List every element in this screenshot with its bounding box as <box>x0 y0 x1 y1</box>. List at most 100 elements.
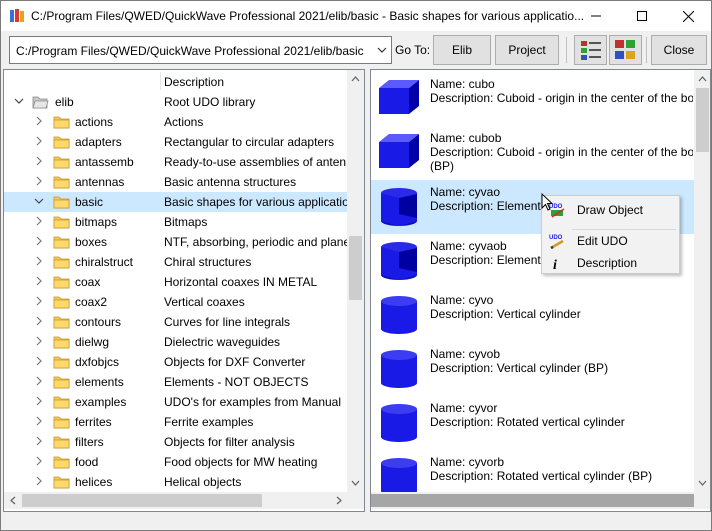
object-name: Name: cyvao <box>430 185 501 199</box>
object-item[interactable]: Name: cyvo Description: Vertical cylinder <box>371 288 694 342</box>
maximize-button[interactable] <box>619 1 665 31</box>
tree-item-label: coax2 <box>75 295 108 309</box>
folder-icon <box>53 316 70 329</box>
scroll-up-arrow[interactable] <box>694 70 710 87</box>
scroll-thumb[interactable] <box>22 494 262 507</box>
scroll-down-arrow[interactable] <box>694 474 710 491</box>
window-title: C:/Program Files/QWED/QuickWave Professi… <box>31 9 585 23</box>
menu-item-description[interactable]: i Description <box>544 252 678 274</box>
maximize-icon <box>637 11 647 21</box>
folder-icon <box>53 296 70 309</box>
object-name: Name: cubob <box>430 131 502 145</box>
list-view-icon <box>581 41 601 60</box>
tree-item-helices[interactable]: helices Helical objects <box>4 472 347 492</box>
scroll-up-arrow[interactable] <box>347 70 364 87</box>
tree-item-filters[interactable]: filters Objects for filter analysis <box>4 432 347 452</box>
objects-panel: Name: cubo Description: Cuboid - origin i… <box>370 69 711 512</box>
tree-item-label: coax <box>75 275 101 289</box>
tree-item-label: boxes <box>75 235 108 249</box>
description-column-header[interactable]: Description <box>164 75 224 89</box>
scroll-right-arrow[interactable] <box>330 492 347 509</box>
chevron-right-icon[interactable] <box>34 256 44 266</box>
chevron-right-icon[interactable] <box>34 356 44 366</box>
tree-item-description: Objects for DXF Converter <box>164 355 306 369</box>
chevron-right-icon[interactable] <box>34 436 44 446</box>
chevron-up-icon <box>698 75 707 81</box>
chevron-down-icon[interactable] <box>377 45 387 55</box>
objects-horizontal-scrollbar[interactable] <box>371 492 694 509</box>
menu-item-edit-udo[interactable]: UDO Edit UDO <box>544 230 678 252</box>
folder-icon <box>53 256 70 269</box>
tree-item-description: Bitmaps <box>164 215 208 229</box>
tree-item-label: antennas <box>75 175 125 189</box>
elib-button[interactable]: Elib <box>433 35 491 65</box>
chevron-right-icon[interactable] <box>34 376 44 386</box>
tree-item-description: Objects for filter analysis <box>164 435 295 449</box>
chevron-right-icon[interactable] <box>34 296 44 306</box>
tree-item-antassemb[interactable]: antassemb Ready-to-use assemblies of ante… <box>4 152 347 172</box>
chevron-down-icon[interactable] <box>34 196 44 206</box>
menu-item-draw-object[interactable]: UDO Draw Object <box>544 199 678 221</box>
tree-item-chiralstruct[interactable]: chiralstruct Chiral structures <box>4 252 347 272</box>
close-button[interactable]: Close <box>651 35 707 65</box>
tree-item-description: Basic antenna structures <box>164 175 297 189</box>
close-window-button[interactable] <box>665 1 711 31</box>
chevron-up-icon <box>351 75 360 81</box>
chevron-right-icon[interactable] <box>34 116 44 126</box>
chevron-right-icon[interactable] <box>34 276 44 286</box>
scrollbar-corner <box>347 492 364 509</box>
minimize-button[interactable] <box>573 1 619 31</box>
scroll-thumb[interactable] <box>696 88 709 152</box>
chevron-down-icon[interactable] <box>14 96 24 106</box>
chevron-right-icon[interactable] <box>34 336 44 346</box>
tree-item-actions[interactable]: actions Actions <box>4 112 347 132</box>
tree-vertical-scrollbar[interactable] <box>347 70 364 492</box>
tree-item-boxes[interactable]: boxes NTF, absorbing, periodic and plane <box>4 232 347 252</box>
tree-item-contours[interactable]: contours Curves for line integrals <box>4 312 347 332</box>
chevron-right-icon[interactable] <box>34 236 44 246</box>
list-view-button[interactable] <box>574 35 607 65</box>
tree-item-bitmaps[interactable]: bitmaps Bitmaps <box>4 212 347 232</box>
tree-item-elib[interactable]: elib Root UDO library <box>4 92 347 112</box>
object-description: Description: Vertical cylinder <box>430 307 581 321</box>
object-item[interactable]: Name: cyvor Description: Rotated vertical… <box>371 396 694 450</box>
chevron-right-icon[interactable] <box>34 156 44 166</box>
column-divider[interactable] <box>160 72 161 90</box>
tree-item-ferrites[interactable]: ferrites Ferrite examples <box>4 412 347 432</box>
tree-item-antennas[interactable]: antennas Basic antenna structures <box>4 172 347 192</box>
chevron-right-icon[interactable] <box>34 176 44 186</box>
tree-item-dielwg[interactable]: dielwg Dielectric waveguides <box>4 332 347 352</box>
objects-vertical-scrollbar[interactable] <box>694 70 710 492</box>
tree-item-dxfobjcs[interactable]: dxfobjcs Objects for DXF Converter <box>4 352 347 372</box>
tree-horizontal-scrollbar[interactable] <box>4 492 347 509</box>
chevron-right-icon[interactable] <box>34 216 44 226</box>
cylinder-shape-icon <box>381 296 417 334</box>
path-combobox[interactable]: C:/Program Files/QWED/QuickWave Professi… <box>9 36 392 64</box>
object-item[interactable]: Name: cubob Description: Cuboid - origin … <box>371 126 694 180</box>
scroll-thumb[interactable] <box>349 236 362 300</box>
chevron-right-icon[interactable] <box>34 136 44 146</box>
tree-item-description: Chiral structures <box>164 255 252 269</box>
object-item[interactable]: Name: cyvob Description: Vertical cylinde… <box>371 342 694 396</box>
tree-item-description: Vertical coaxes <box>164 295 245 309</box>
chevron-right-icon[interactable] <box>34 476 44 486</box>
chevron-right-icon[interactable] <box>34 396 44 406</box>
chevron-right-icon[interactable] <box>34 456 44 466</box>
tree-item-coax2[interactable]: coax2 Vertical coaxes <box>4 292 347 312</box>
tree-item-basic[interactable]: basic Basic shapes for various applicatio… <box>4 192 347 212</box>
scroll-left-arrow[interactable] <box>4 492 21 509</box>
chevron-right-icon[interactable] <box>34 416 44 426</box>
scroll-thumb[interactable] <box>371 494 694 507</box>
tree-item-examples[interactable]: examples UDO's for examples from Manual <box>4 392 347 412</box>
icon-view-button[interactable] <box>609 35 642 65</box>
tree-item-coax[interactable]: coax Horizontal coaxes IN METAL <box>4 272 347 292</box>
tree-item-adapters[interactable]: adapters Rectangular to circular adapters <box>4 132 347 152</box>
project-button[interactable]: Project <box>495 35 559 65</box>
scroll-down-arrow[interactable] <box>347 474 364 491</box>
tree-item-food[interactable]: food Food objects for MW heating <box>4 452 347 472</box>
chevron-right-icon[interactable] <box>34 316 44 326</box>
tree-item-description: Actions <box>164 115 204 129</box>
object-item[interactable]: Name: cubo Description: Cuboid - origin i… <box>371 72 694 126</box>
cube-shape-icon <box>379 80 419 114</box>
tree-item-elements[interactable]: elements Elements - NOT OBJECTS <box>4 372 347 392</box>
